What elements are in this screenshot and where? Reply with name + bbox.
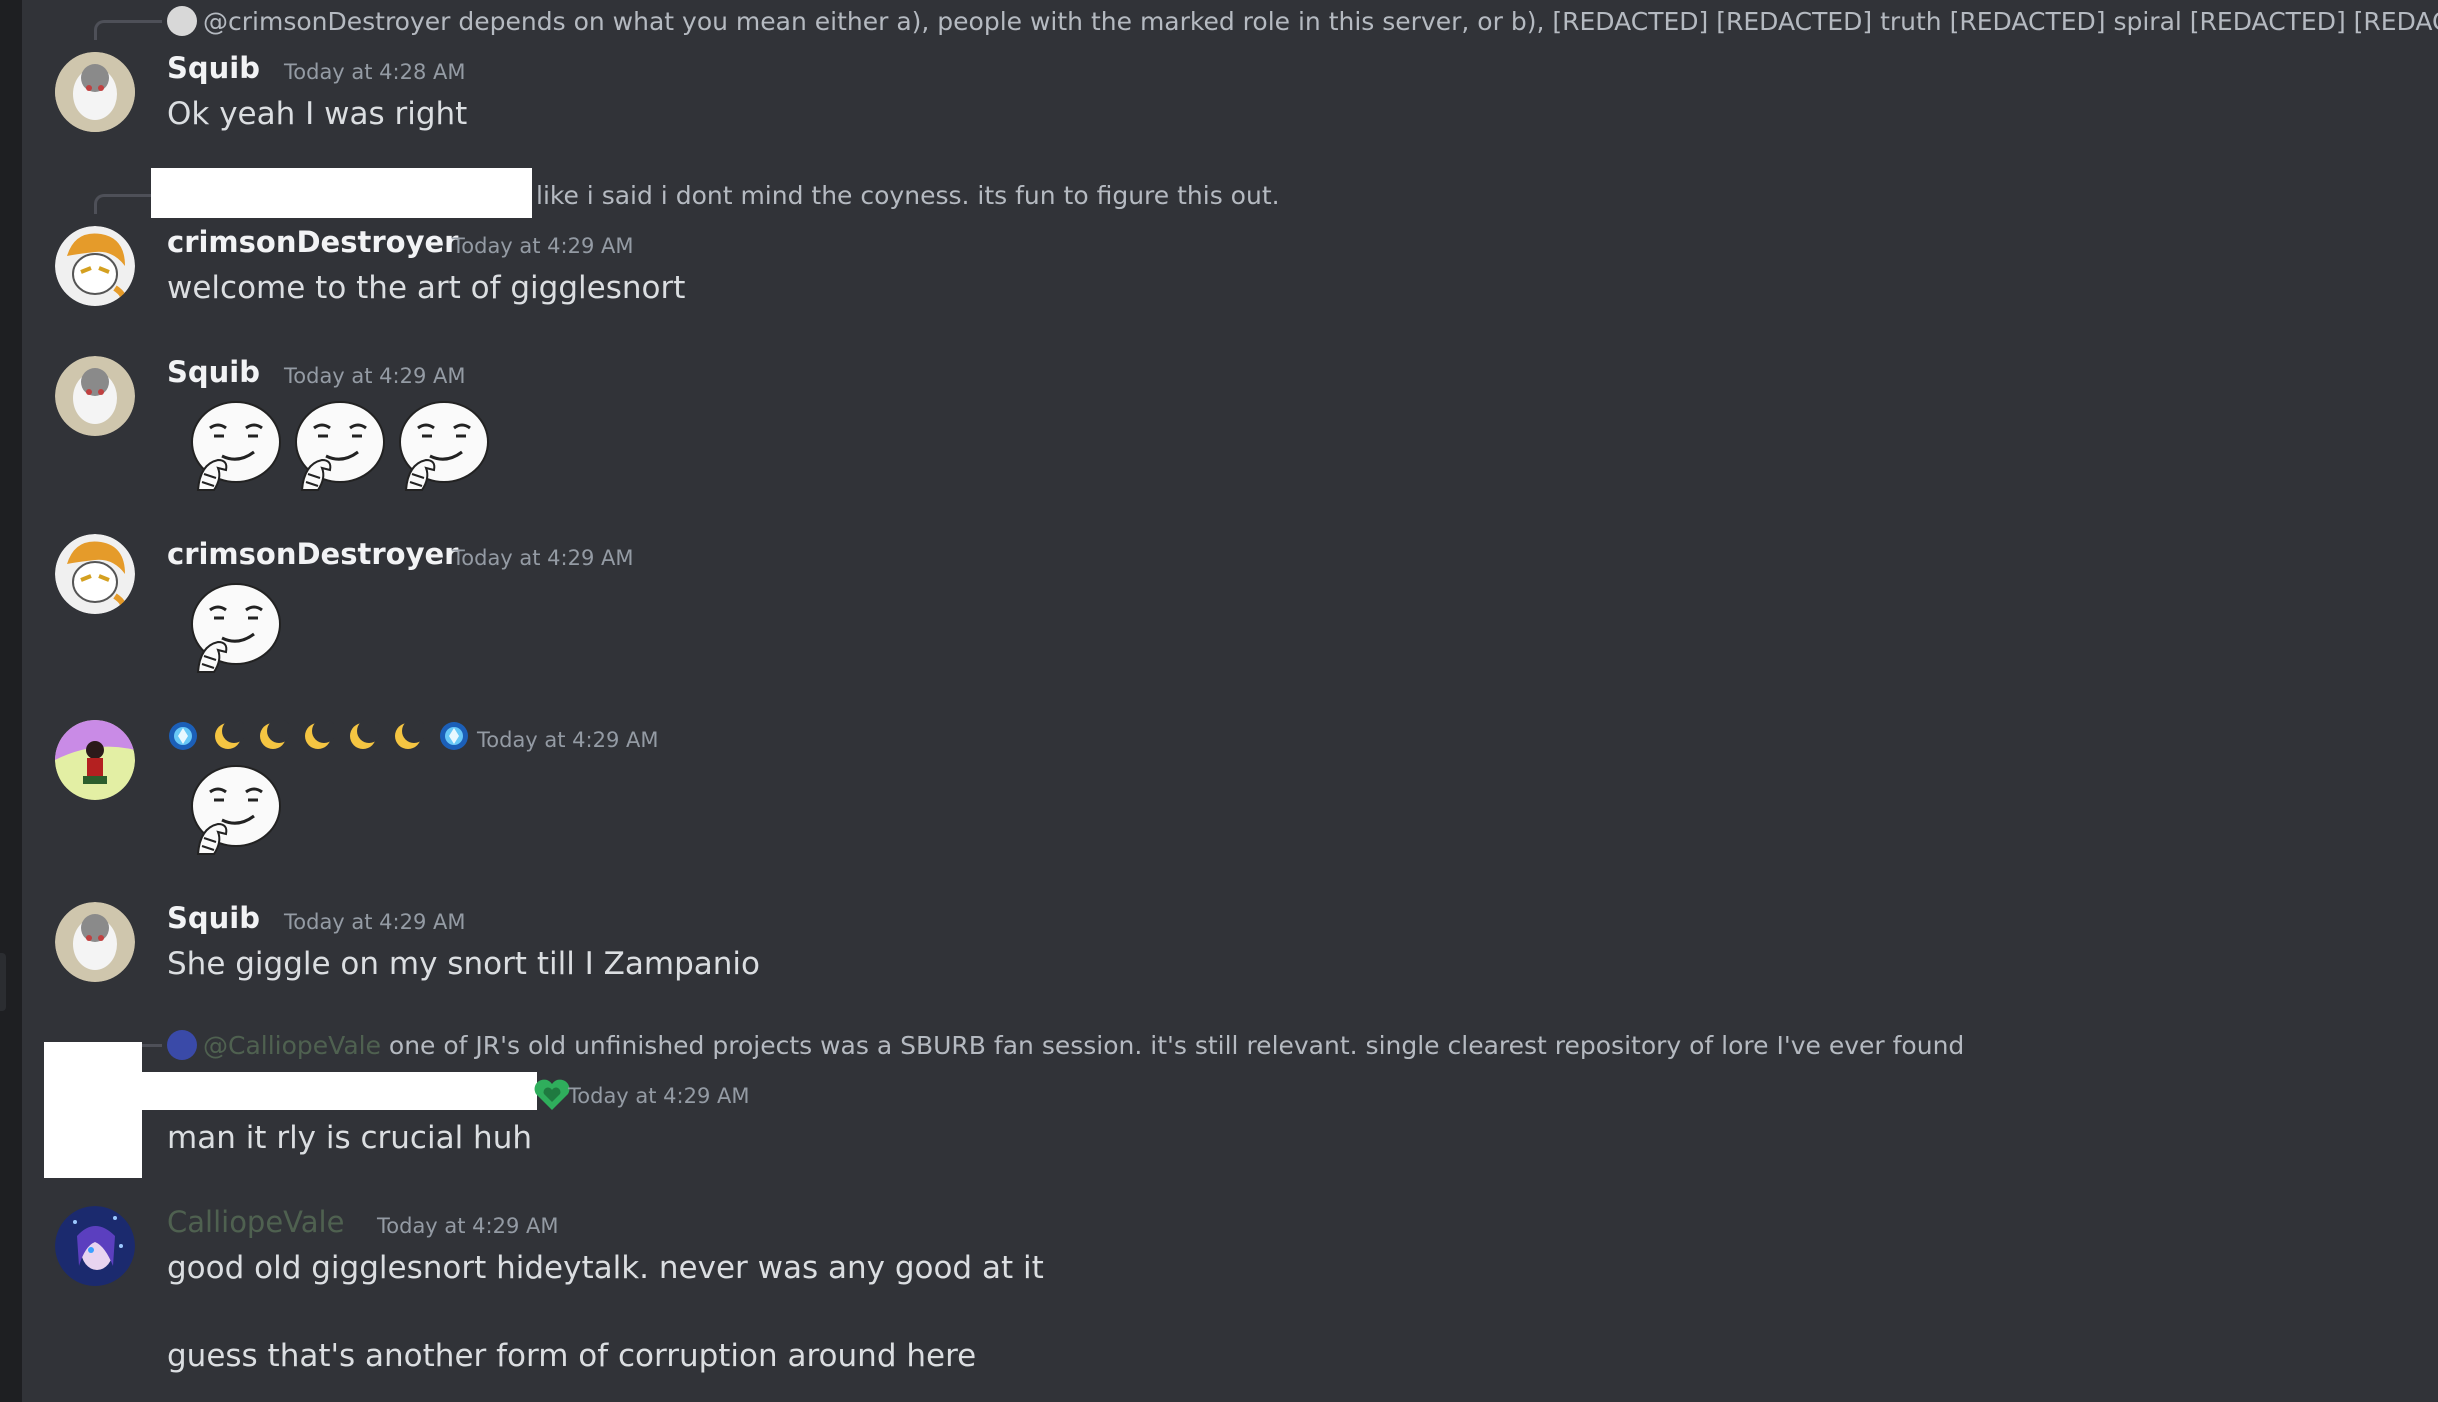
reply-text: one of JR's old unfinished projects was … xyxy=(388,1031,1965,1060)
mini-avatar-crimson xyxy=(167,6,197,36)
message-text: Ok yeah I was right xyxy=(167,96,468,132)
username-crimson[interactable]: crimsonDestroyer xyxy=(167,224,458,260)
avatar-squib[interactable] xyxy=(55,356,135,436)
redacted-box xyxy=(151,168,532,218)
avatar-crimson[interactable] xyxy=(55,226,135,306)
username-calliope[interactable]: CalliopeVale xyxy=(167,1204,344,1240)
message-list: @crimsonDestroyer depends on what you me… xyxy=(22,0,2438,1402)
reply-text: depends on what you mean either a), peop… xyxy=(458,7,2438,36)
blue-gem-emoji xyxy=(169,722,197,750)
smirk-emoji[interactable] xyxy=(396,398,492,494)
crescent-moon-emoji xyxy=(215,719,247,749)
blue-gem-emoji xyxy=(439,722,468,750)
username-squib[interactable]: Squib xyxy=(167,354,260,390)
timestamp[interactable]: Today at 4:29 AM xyxy=(284,908,466,936)
smirk-emoji[interactable] xyxy=(188,580,284,676)
username-squib[interactable]: Squib xyxy=(167,900,260,936)
timestamp[interactable]: Today at 4:29 AM xyxy=(568,1082,750,1110)
smirk-emoji[interactable] xyxy=(188,762,284,858)
crescent-moon-emoji xyxy=(305,719,337,749)
reply-mention[interactable]: @crimsonDestroyer xyxy=(203,7,450,36)
username-crimson[interactable]: crimsonDestroyer xyxy=(167,536,458,572)
timestamp[interactable]: Today at 4:29 AM xyxy=(452,232,634,260)
reply-preview[interactable]: @crimsonDestroyer depends on what you me… xyxy=(167,6,2438,38)
crescent-moon-emoji xyxy=(350,719,382,749)
left-edge-panel xyxy=(0,0,22,1402)
smirk-emoji[interactable] xyxy=(188,398,284,494)
scroll-indicator[interactable] xyxy=(0,953,6,1011)
reply-text: like i said i dont mind the coyness. its… xyxy=(536,181,1280,210)
smirk-emoji[interactable] xyxy=(292,398,388,494)
green-hearts-icon xyxy=(534,1079,570,1110)
timestamp[interactable]: Today at 4:29 AM xyxy=(377,1212,559,1240)
reply-mention[interactable]: @CalliopeVale xyxy=(203,1031,381,1060)
avatar-calliope[interactable] xyxy=(55,1206,135,1286)
timestamp[interactable]: Today at 4:29 AM xyxy=(477,726,659,754)
reply-connector xyxy=(94,20,162,40)
avatar-crimson[interactable] xyxy=(55,534,135,614)
message-text: She giggle on my snort till I Zampanio xyxy=(167,946,760,982)
message-text: welcome to the art of gigglesnort xyxy=(167,270,686,306)
reply-preview[interactable]: @CalliopeVale one of JR's old unfinished… xyxy=(167,1030,1964,1062)
redacted-name-box xyxy=(142,1072,537,1110)
mini-avatar-calliope xyxy=(167,1030,197,1060)
avatar-emoji-user[interactable] xyxy=(55,720,135,800)
timestamp[interactable]: Today at 4:29 AM xyxy=(284,362,466,390)
reply-preview[interactable]: like i said i dont mind the coyness. its… xyxy=(536,180,1280,212)
message-text: good old gigglesnort hideytalk. never wa… xyxy=(167,1250,1044,1286)
timestamp[interactable]: Today at 4:28 AM xyxy=(284,58,466,86)
nickname-emojis[interactable] xyxy=(167,719,470,756)
username-squib[interactable]: Squib xyxy=(167,50,260,86)
redacted-avatar-box xyxy=(44,1042,142,1178)
crescent-moon-emoji xyxy=(260,719,292,749)
timestamp[interactable]: Today at 4:29 AM xyxy=(452,544,634,572)
avatar-squib[interactable] xyxy=(55,52,135,132)
avatar-squib[interactable] xyxy=(55,902,135,982)
message-text: man it rly is crucial huh xyxy=(167,1120,532,1156)
crescent-moon-emoji xyxy=(395,719,427,749)
message-text: guess that's another form of corruption … xyxy=(167,1338,977,1374)
